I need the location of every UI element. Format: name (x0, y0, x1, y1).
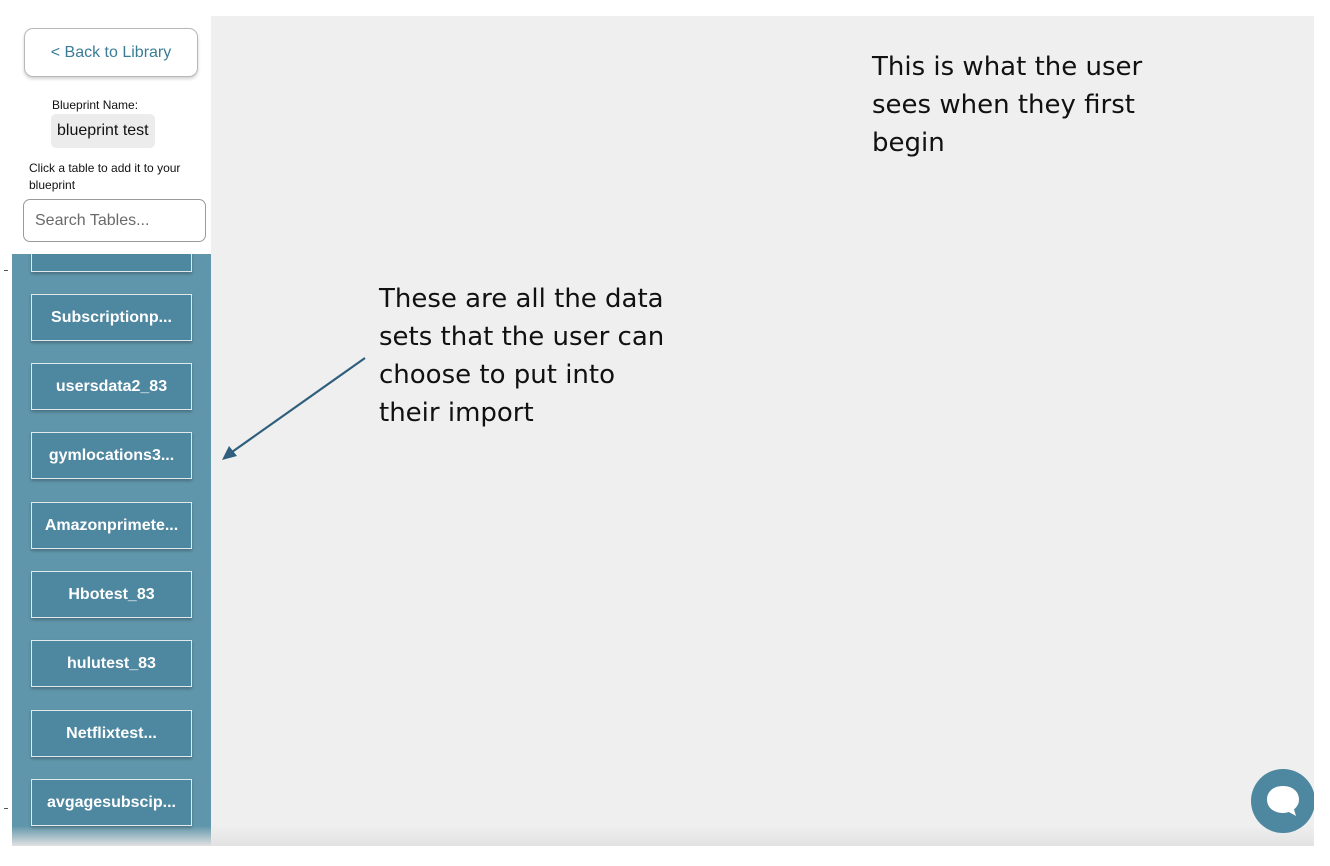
annotation-data-sets: These are all the data sets that the use… (379, 284, 665, 428)
table-button[interactable]: Subscriptionp... (31, 294, 192, 341)
arrow-head (222, 446, 237, 460)
edge-tick (4, 270, 8, 271)
blueprint-name-field[interactable]: blueprint test (51, 114, 155, 148)
blueprint-name-label: Blueprint Name: (52, 98, 139, 112)
table-button[interactable]: gymlocations3... (31, 432, 192, 479)
instructions-text: Click a table to add it to your blueprin… (29, 161, 181, 192)
table-button[interactable]: usersdata2_83 (31, 363, 192, 410)
table-button[interactable]: avgagesubscip... (31, 779, 192, 826)
arrow-line (231, 357, 366, 453)
table-button[interactable]: Netflixtest... (31, 710, 192, 757)
table-sidebar: < Back to Library Blueprint Name: bluepr… (12, 16, 211, 846)
table-button[interactable]: Amazonprimete... (31, 502, 192, 549)
back-to-library-button[interactable]: < Back to Library (24, 28, 198, 77)
search-tables-input[interactable] (23, 199, 206, 242)
edge-tick (4, 808, 8, 809)
annotation-first-view: This is what the user sees when they fir… (872, 52, 1143, 158)
bottom-edge-shadow (12, 826, 1314, 846)
chat-bubble-icon (1267, 786, 1299, 816)
sidebar-header: < Back to Library Blueprint Name: bluepr… (12, 16, 211, 254)
app-frame: < Back to Library Blueprint Name: bluepr… (12, 16, 1314, 846)
table-button[interactable]: hulutest_83 (31, 640, 192, 687)
table-button[interactable]: Hbotest_83 (31, 571, 192, 618)
chat-button[interactable] (1251, 769, 1314, 833)
